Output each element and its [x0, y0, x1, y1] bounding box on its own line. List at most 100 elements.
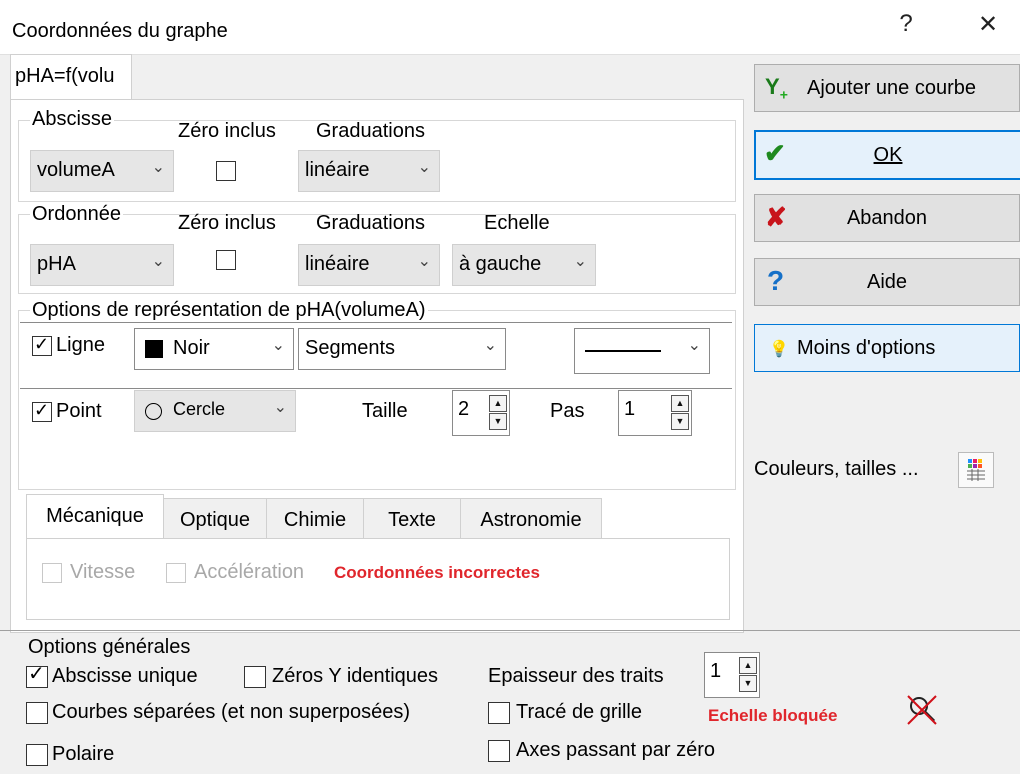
- abscisse-unique-checkbox[interactable]: ✓: [26, 663, 48, 688]
- spin-up-icon[interactable]: ▲: [739, 657, 757, 674]
- zeros-y-checkbox[interactable]: [244, 666, 266, 688]
- axes-zero-checkbox[interactable]: [488, 740, 510, 762]
- check-icon: ✓: [34, 334, 50, 354]
- tab-mecanique-label: Mécanique: [46, 505, 144, 527]
- chevron-down-icon: ⌄: [151, 253, 165, 270]
- echelle-bloquee-label: Echelle bloquée: [708, 706, 838, 725]
- color-swatch: [145, 340, 163, 358]
- abscisse-zero-checkbox[interactable]: [216, 161, 236, 181]
- moins-options-button[interactable]: 💡 Moins d'options: [754, 324, 1020, 372]
- line-sample: [585, 350, 661, 352]
- tab-texte[interactable]: Texte: [363, 498, 461, 539]
- ordonnee-echelle-label: Echelle: [484, 212, 550, 234]
- abscisse-graduation-value: linéaire: [305, 159, 370, 181]
- close-icon[interactable]: ✕: [968, 10, 1008, 39]
- line-width-select[interactable]: ⌄: [574, 328, 710, 374]
- aide-label: Aide: [866, 271, 908, 293]
- tab-optique-label: Optique: [179, 509, 251, 531]
- tab-mecanique[interactable]: Mécanique: [26, 494, 164, 539]
- tab-texte-label: Texte: [388, 509, 436, 531]
- chevron-down-icon: ⌄: [687, 337, 701, 354]
- tab-astronomie[interactable]: Astronomie: [460, 498, 602, 539]
- error-message: Coordonnées incorrectes: [334, 563, 540, 582]
- ligne-style-value: Segments: [305, 337, 396, 359]
- ok-button[interactable]: ✔ OK: [754, 130, 1020, 180]
- trace-grille-label: Tracé de grille: [516, 701, 642, 723]
- abscisse-unique-label: Abscisse unique: [52, 665, 198, 687]
- point-shape-select[interactable]: Cercle ⌄: [134, 390, 296, 432]
- trace-grille-checkbox[interactable]: [488, 702, 510, 724]
- palette-icon: [967, 459, 985, 481]
- abandon-label: Abandon: [846, 207, 928, 229]
- add-curve-label: Ajouter une courbe: [807, 77, 977, 99]
- general-label: Options générales: [26, 636, 193, 659]
- chevron-down-icon: ⌄: [151, 159, 165, 176]
- taille-value: 2: [458, 398, 470, 420]
- abscisse-graduation-select[interactable]: linéaire ⌄: [298, 150, 440, 192]
- spin-down-icon[interactable]: ▼: [489, 413, 507, 430]
- tab-chimie[interactable]: Chimie: [266, 498, 364, 539]
- chevron-down-icon: ⌄: [271, 337, 285, 354]
- abscisse-zero-label: Zéro inclus: [178, 120, 276, 142]
- ordonnee-echelle-select[interactable]: à gauche ⌄: [452, 244, 596, 286]
- options-label: Options de représentation de pHA(volumeA…: [30, 299, 428, 322]
- abandon-button[interactable]: ✘ Abandon: [754, 194, 1020, 242]
- polaire-label: Polaire: [52, 743, 115, 765]
- taille-spinner[interactable]: 2 ▲ ▼: [452, 390, 510, 436]
- spin-up-icon[interactable]: ▲: [489, 395, 507, 412]
- taille-label: Taille: [362, 400, 408, 422]
- pas-label: Pas: [550, 400, 585, 422]
- ordonnee-grad-label: Graduations: [316, 212, 425, 234]
- pas-spinner[interactable]: 1 ▲ ▼: [618, 390, 692, 436]
- epaisseur-value: 1: [710, 660, 722, 682]
- tab-astronomie-label: Astronomie: [480, 509, 582, 531]
- add-curve-icon: Y+: [765, 74, 788, 103]
- tab-chimie-label: Chimie: [283, 509, 347, 531]
- courbes-separees-checkbox[interactable]: [26, 702, 48, 724]
- point-checkbox[interactable]: ✓: [32, 400, 52, 422]
- spin-down-icon[interactable]: ▼: [739, 675, 757, 692]
- abscisse-variable-value: volumeA: [37, 159, 115, 181]
- zoom-lock-button[interactable]: [904, 692, 942, 728]
- magnifier-crossed-icon: [907, 695, 937, 725]
- polaire-checkbox[interactable]: [26, 744, 48, 766]
- ligne-style-select[interactable]: Segments ⌄: [298, 328, 506, 370]
- ordonnee-variable-value: pHA: [37, 253, 76, 275]
- lightbulb-icon: 💡: [769, 341, 789, 358]
- tab-optique[interactable]: Optique: [163, 498, 267, 539]
- tab-curve-label: pHA=f(volu: [15, 65, 115, 87]
- general-divider: [0, 630, 1020, 631]
- axes-zero-label: Axes passant par zéro: [516, 739, 715, 761]
- spin-up-icon[interactable]: ▲: [671, 395, 689, 412]
- palette-button[interactable]: [958, 452, 994, 488]
- add-curve-button[interactable]: Y+ Ajouter une courbe: [754, 64, 1020, 112]
- circle-icon: [145, 403, 162, 420]
- point-shape-value: Cercle: [173, 399, 226, 419]
- ordonnee-zero-label: Zéro inclus: [178, 212, 276, 234]
- ligne-label: Ligne: [56, 334, 105, 356]
- acceleration-label: Accélération: [194, 561, 305, 583]
- aide-button[interactable]: ? Aide: [754, 258, 1020, 306]
- epaisseur-label: Epaisseur des traits: [488, 665, 664, 687]
- abscisse-variable-select[interactable]: volumeA ⌄: [30, 150, 174, 192]
- acceleration-checkbox[interactable]: [166, 563, 186, 583]
- chevron-down-icon: ⌄: [273, 399, 287, 416]
- epaisseur-spinner[interactable]: 1 ▲ ▼: [704, 652, 760, 698]
- chevron-down-icon: ⌄: [417, 159, 431, 176]
- tab-curve[interactable]: pHA=f(volu: [10, 54, 132, 101]
- abscisse-grad-label: Graduations: [316, 120, 425, 142]
- check-icon: ✓: [28, 663, 45, 685]
- ligne-color-select[interactable]: Noir ⌄: [134, 328, 294, 370]
- ordonnee-graduation-select[interactable]: linéaire ⌄: [298, 244, 440, 286]
- ordonnee-variable-select[interactable]: pHA ⌄: [30, 244, 174, 286]
- zeros-y-label: Zéros Y identiques: [272, 665, 439, 687]
- ligne-checkbox[interactable]: ✓: [32, 334, 52, 356]
- ordonnee-label: Ordonnée: [30, 203, 123, 226]
- ordonnee-zero-checkbox[interactable]: [216, 250, 236, 270]
- vitesse-label: Vitesse: [70, 561, 136, 583]
- help-icon[interactable]: ?: [886, 10, 926, 38]
- moins-options-label: Moins d'options: [797, 337, 936, 359]
- vitesse-checkbox[interactable]: [42, 563, 62, 583]
- spin-down-icon[interactable]: ▼: [671, 413, 689, 430]
- ordonnee-echelle-value: à gauche: [459, 253, 542, 275]
